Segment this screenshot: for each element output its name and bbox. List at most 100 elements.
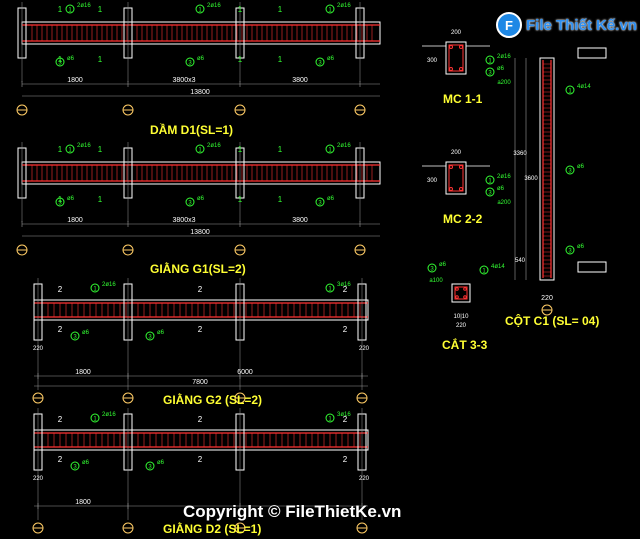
section-mark: 2 xyxy=(58,455,63,464)
section-mark: 1 xyxy=(58,5,63,14)
mc11-height: 300 xyxy=(427,58,438,64)
title-giang-d2: GIẰNG D2 (SL=1) xyxy=(163,522,262,536)
dim-span: 3800 xyxy=(292,217,308,224)
callout-label: 2ø16 xyxy=(497,54,511,60)
section-mark: 1 xyxy=(98,145,103,154)
dim-span: 3800x3 xyxy=(173,217,196,224)
dim-span: 1800 xyxy=(75,499,91,506)
callout-label: ø6 xyxy=(67,56,75,62)
dim-end: 220 xyxy=(33,346,44,352)
column-elevation: 3360360054022014ø143ø63ø6 xyxy=(513,47,607,316)
callout-label: 4ø14 xyxy=(577,84,591,90)
column-dim: 540 xyxy=(515,258,526,264)
dim-span: 1800 xyxy=(75,369,91,376)
section-mark: 1 xyxy=(98,195,103,204)
cat33-bar xyxy=(463,287,467,291)
dim-span: 1800 xyxy=(67,77,83,84)
dim-span: 1800 xyxy=(67,217,83,224)
section-mark: 1 xyxy=(238,145,243,154)
mc11-width: 200 xyxy=(451,30,462,36)
section-mark: 2 xyxy=(58,325,63,334)
dim-span: 6000 xyxy=(237,369,253,376)
section-mark: 1 xyxy=(278,5,283,14)
mc11-bar xyxy=(459,45,463,49)
section-mark: 1 xyxy=(238,5,243,14)
cat33-spacing: a100 xyxy=(429,278,443,284)
mc11-spacing: a200 xyxy=(497,80,511,86)
callout-label: 2ø16 xyxy=(207,143,221,149)
callout-label: ø6 xyxy=(197,56,205,62)
section-mark: 1 xyxy=(278,195,283,204)
column-dim: 3360 xyxy=(513,151,527,157)
logo-mark-icon: F xyxy=(496,12,522,38)
callout-label: 2ø16 xyxy=(77,143,91,149)
mc22-bar xyxy=(459,165,463,169)
cross-sections: 200300 12ø163ø6a200200300 12ø163ø6a2003ø6a… xyxy=(422,30,511,329)
title-cot-c1: CỘT C1 (SL= 04) xyxy=(505,314,600,328)
callout-label: ø6 xyxy=(197,196,205,202)
dim-total: 13800 xyxy=(190,229,210,236)
mc22-height: 300 xyxy=(427,178,438,184)
mc11-bar xyxy=(449,67,453,71)
section-mark: 1 xyxy=(98,55,103,64)
dim-end: 220 xyxy=(359,476,370,482)
title-mc-2-2: MC 2-2 xyxy=(443,212,483,226)
mc22-bar xyxy=(449,187,453,191)
title-dam-d1: DẦM D1(SL=1) xyxy=(150,123,234,137)
cat33-width: 220 xyxy=(456,323,467,329)
section-mark: 2 xyxy=(343,455,348,464)
mc22-bar xyxy=(459,187,463,191)
dim-end: 220 xyxy=(359,346,370,352)
cat33-bar xyxy=(455,287,459,291)
title-mc-1-1: MC 1-1 xyxy=(443,92,483,106)
mc22-bar xyxy=(449,165,453,169)
level-tag xyxy=(577,261,607,273)
callout-label: 2ø16 xyxy=(102,412,116,418)
callout-label: ø6 xyxy=(577,164,585,170)
section-mark: 1 xyxy=(58,145,63,154)
mc11-bar xyxy=(449,45,453,49)
title-cat-3-3: CẮT 3-3 xyxy=(442,338,488,352)
title-giang-g2: GIẰNG G2 (SL=2) xyxy=(163,393,263,407)
section-mark: 2 xyxy=(198,455,203,464)
cat33-bar xyxy=(463,295,467,299)
section-mark: 1 xyxy=(238,195,243,204)
callout-label: ø6 xyxy=(439,262,447,268)
site-logo: F File Thiết Kế.vn xyxy=(496,12,637,38)
cat33-stirrup xyxy=(454,286,468,300)
level-tag xyxy=(577,47,607,59)
cat33-cover: 10|10 xyxy=(454,314,470,320)
callout-label: ø6 xyxy=(82,330,90,336)
cad-drawing: 1111111112ø163ø612ø163ø612ø163ø61800 3800… xyxy=(16,2,607,534)
mc22-width: 200 xyxy=(451,150,462,156)
callout-label: ø6 xyxy=(577,244,585,250)
callout-label: ø6 xyxy=(157,460,165,466)
callout-label: ø6 xyxy=(497,186,505,192)
section-mark: 1 xyxy=(278,55,283,64)
dim-end: 220 xyxy=(33,476,44,482)
callout-label: 2ø16 xyxy=(102,282,116,288)
callout-label: 2ø16 xyxy=(497,174,511,180)
callout-label: ø6 xyxy=(327,196,335,202)
callout-label: ø6 xyxy=(82,460,90,466)
callout-label: 2ø16 xyxy=(337,3,351,9)
callout-label: 3ø16 xyxy=(337,282,351,288)
callout-label: 2ø16 xyxy=(207,3,221,9)
callout-label: 2ø16 xyxy=(337,143,351,149)
section-mark: 1 xyxy=(238,55,243,64)
section-mark: 1 xyxy=(98,5,103,14)
callout-label: 3ø16 xyxy=(337,412,351,418)
dim-span: 3800x3 xyxy=(173,77,196,84)
cat33-bar xyxy=(455,295,459,299)
callout-label: ø6 xyxy=(497,66,505,72)
column-dim: 3600 xyxy=(524,176,538,182)
title-giang-g1: GIẰNG G1(SL=2) xyxy=(150,262,246,276)
callout-label: ø6 xyxy=(327,56,335,62)
dim-total: 13800 xyxy=(190,89,210,96)
section-mark: 2 xyxy=(58,415,63,424)
section-mark: 2 xyxy=(198,325,203,334)
callout-label: ø6 xyxy=(67,196,75,202)
section-mark: 2 xyxy=(58,285,63,294)
section-mark: 2 xyxy=(198,415,203,424)
logo-text: File Thiết Kế.vn xyxy=(526,16,637,34)
